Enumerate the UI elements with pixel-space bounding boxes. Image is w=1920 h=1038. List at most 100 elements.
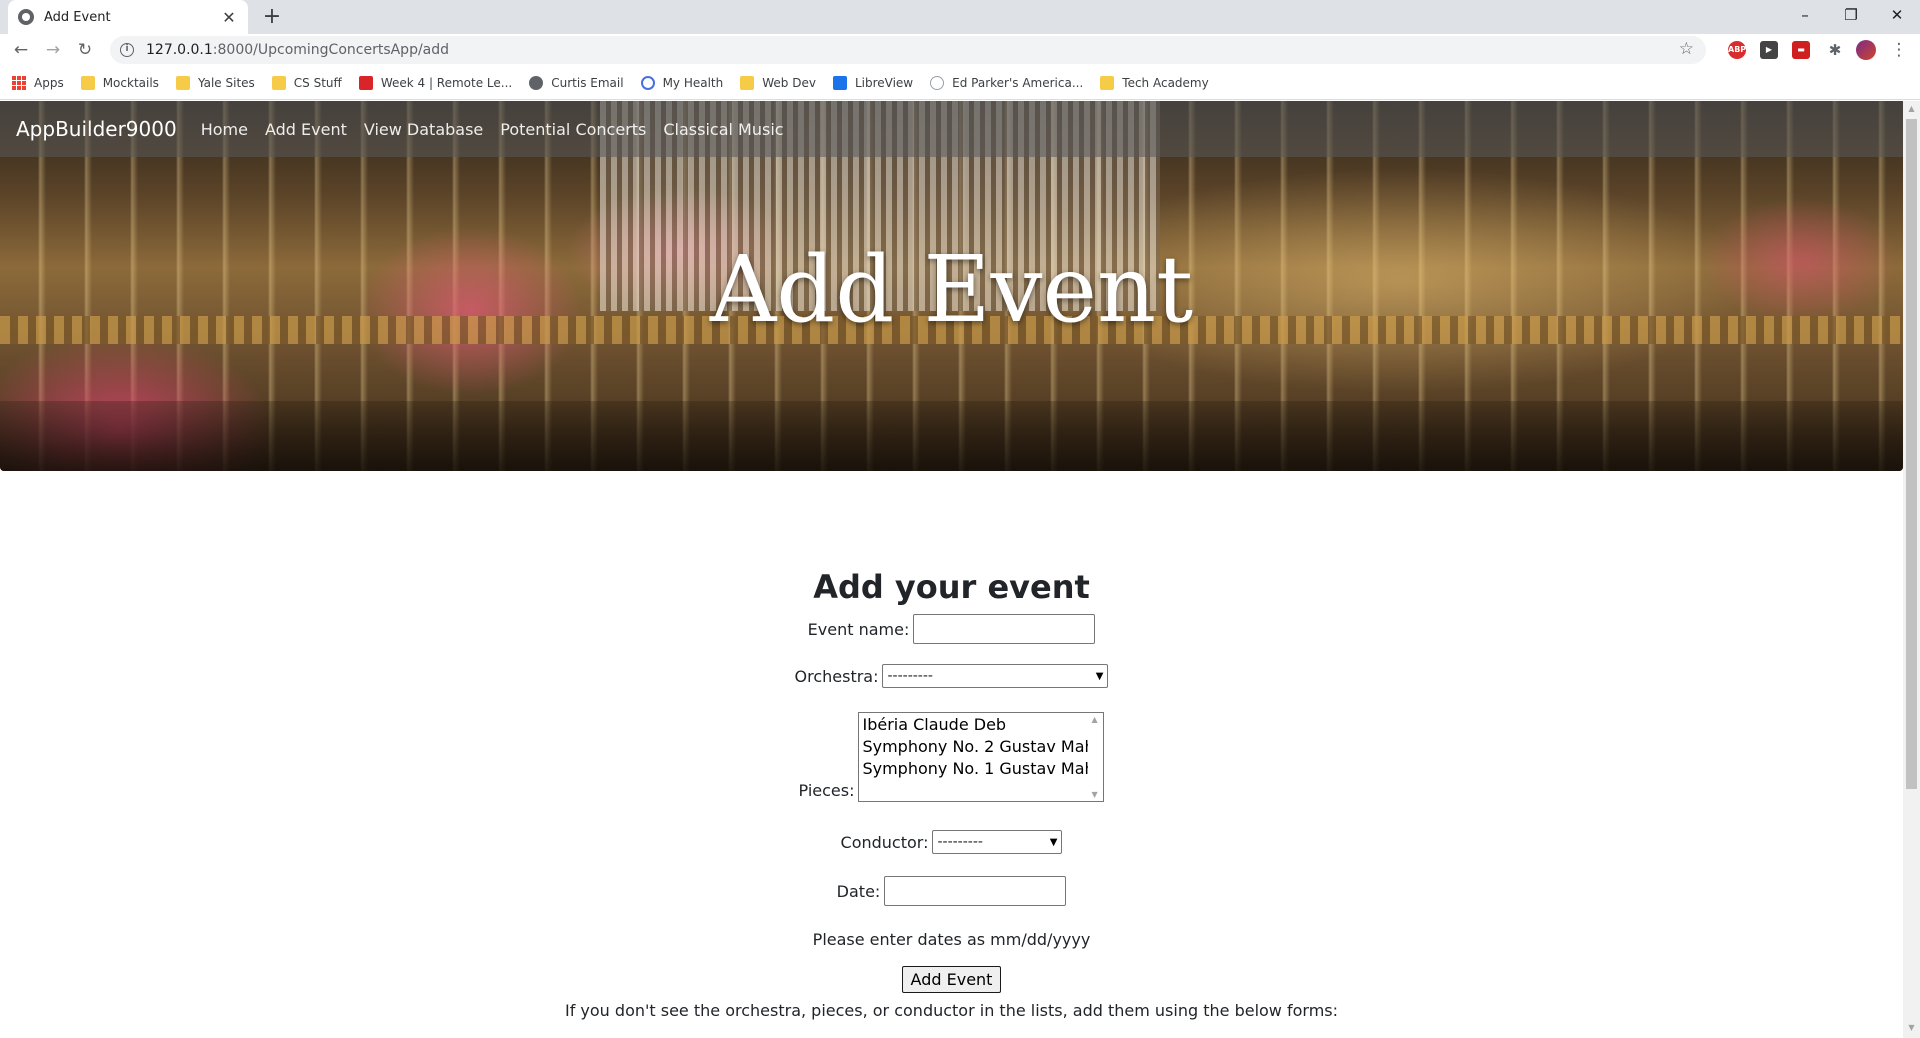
orchestra-label: Orchestra: [794,666,879,686]
back-arrow-icon[interactable]: ← [8,37,34,63]
bookmark-ed-parkers[interactable]: Ed Parker's America... [930,75,1084,90]
hero-banner: AppBuilder9000 Home Add Event View Datab… [0,101,1903,471]
bookmarks-bar: Apps Mocktails Yale Sites CS Stuff Week … [0,66,1920,100]
scrollbar-thumb[interactable] [1906,119,1917,789]
pieces-option[interactable]: Symphony No. 2 Gustav Mahler [862,736,1103,758]
pieces-scrollbar[interactable]: ▲ ▼ [1088,713,1104,801]
video-extension-icon[interactable]: ▶ [1760,41,1778,59]
page-viewport: AppBuilder9000 Home Add Event View Datab… [0,101,1903,1038]
new-tab-button[interactable]: + [258,3,286,31]
pieces-row: Pieces: Ibéria Claude Deb Symphony No. 2… [0,712,1903,802]
bookmark-tech-academy[interactable]: Tech Academy [1100,75,1209,90]
bookmark-apps[interactable]: Apps [12,75,64,90]
scroll-up-arrow-icon[interactable]: ▲ [1906,104,1917,116]
pieces-label: Pieces: [798,781,855,800]
event-name-input[interactable] [913,614,1096,644]
nav-link-potential-concerts[interactable]: Potential Concerts [500,120,646,139]
chevron-down-icon: ▼ [1049,836,1058,848]
nav-link-view-database[interactable]: View Database [364,120,483,139]
bookmark-label: CS Stuff [293,75,342,90]
close-window-button[interactable]: ✕ [1874,0,1920,34]
orchestra-select[interactable]: --------- ▼ [882,664,1109,688]
bookmark-label: My Health [662,75,724,90]
apps-grid-icon [12,75,26,90]
date-label: Date: [836,881,881,901]
navbar-brand[interactable]: AppBuilder9000 [16,117,177,141]
conductor-row: Conductor: --------- ▼ [0,830,1903,854]
orchestra-selected-value: --------- [887,668,933,684]
tab-title: Add Event [44,9,111,25]
date-row: Date: [0,876,1903,906]
bookmark-label: Web Dev [762,75,816,90]
bookmark-label: Yale Sites [197,75,255,90]
date-format-note: Please enter dates as mm/dd/yyyy [812,930,1091,949]
forward-arrow-icon[interactable]: → [40,37,66,63]
scroll-down-arrow-icon[interactable]: ▼ [1906,1023,1917,1035]
restore-button[interactable]: ❐ [1828,0,1874,34]
conductor-label: Conductor: [840,832,929,852]
bookmark-web-dev[interactable]: Web Dev [740,75,816,90]
event-name-label: Event name: [807,619,910,639]
bookmark-mocktails[interactable]: Mocktails [80,75,159,90]
nav-link-home[interactable]: Home [201,120,248,139]
menu-kebab-icon[interactable]: ⋮ [1886,37,1912,63]
hero-stage [0,401,1903,471]
browser-tab-active[interactable]: Add Event ✕ [8,0,248,34]
scroll-up-arrow-icon[interactable]: ▲ [1091,715,1097,724]
scroll-down-arrow-icon[interactable]: ▼ [1091,790,1097,799]
pieces-multiselect[interactable]: Ibéria Claude Deb Symphony No. 2 Gustav … [858,712,1105,802]
nav-link-add-event[interactable]: Add Event [265,120,347,139]
libreview-icon [832,75,847,90]
red-extension-icon[interactable]: ▬ [1792,41,1810,59]
globe-icon [529,75,544,90]
form-heading: Add your event [813,568,1090,606]
bookmark-label: LibreView [854,75,914,90]
date-input[interactable] [884,876,1067,906]
footer-note-row: If you don't see the orchestra, pieces, … [0,1001,1903,1020]
page-scrollbar[interactable]: ▲ ▼ [1903,101,1920,1038]
pieces-option[interactable]: Ibéria Claude Deb [862,714,1100,736]
folder-icon [1100,75,1115,90]
browser-toolbar: ← → ↻ i 127.0.0.1 :8000/UpcomingConcerts… [0,34,1920,66]
site-navbar: AppBuilder9000 Home Add Event View Datab… [0,101,1903,157]
orchestra-row: Orchestra: --------- ▼ [0,664,1903,688]
globe-icon [18,9,34,25]
bookmark-my-health[interactable]: My Health [640,75,724,90]
info-icon[interactable]: i [120,43,134,57]
bookmark-label: Ed Parker's America... [952,75,1084,90]
bookmark-label: Mocktails [102,75,159,90]
address-bar[interactable]: i 127.0.0.1 :8000/UpcomingConcertsApp/ad… [110,36,1706,64]
bookmark-libreview[interactable]: LibreView [832,75,914,90]
chevron-down-icon: ▼ [1095,670,1104,682]
bookmark-curtis-email[interactable]: Curtis Email [529,75,624,90]
submit-row: Add Event [0,966,1903,993]
adblock-extension-icon[interactable]: ABP [1728,41,1746,59]
minimize-button[interactable]: – [1782,0,1828,34]
bookmark-yale-sites[interactable]: Yale Sites [175,75,255,90]
hero-title: Add Event [709,236,1194,343]
globe-icon [930,75,945,90]
health-icon [640,75,655,90]
missing-items-note: If you don't see the orchestra, pieces, … [564,1001,1338,1020]
pieces-option[interactable]: Symphony No. 1 Gustav Mahler [862,758,1103,780]
url-host: 127.0.0.1 [146,42,213,58]
tab-strip: Add Event ✕ + – ❐ ✕ [0,0,1920,34]
close-tab-icon[interactable]: ✕ [220,8,238,27]
bookmark-week-4[interactable]: Week 4 | Remote Le... [358,75,512,90]
schoology-icon [358,75,373,90]
add-event-button[interactable]: Add Event [901,966,1002,993]
extensions-puzzle-icon[interactable]: ✱ [1822,37,1848,63]
bookmark-label: Curtis Email [551,75,624,90]
event-name-row: Event name: [0,614,1903,644]
conductor-select[interactable]: --------- ▼ [932,830,1063,854]
reload-icon[interactable]: ↻ [72,37,98,63]
profile-avatar-icon[interactable] [1853,37,1879,63]
bookmark-star-icon[interactable]: ☆ [1679,39,1694,59]
bookmark-label: Apps [34,75,64,90]
nav-link-classical-music[interactable]: Classical Music [663,120,783,139]
folder-icon [175,75,190,90]
bookmark-cs-stuff[interactable]: CS Stuff [271,75,342,90]
folder-icon [271,75,286,90]
conductor-selected-value: --------- [937,834,983,850]
url-path: :8000/UpcomingConcertsApp/add [212,42,450,58]
